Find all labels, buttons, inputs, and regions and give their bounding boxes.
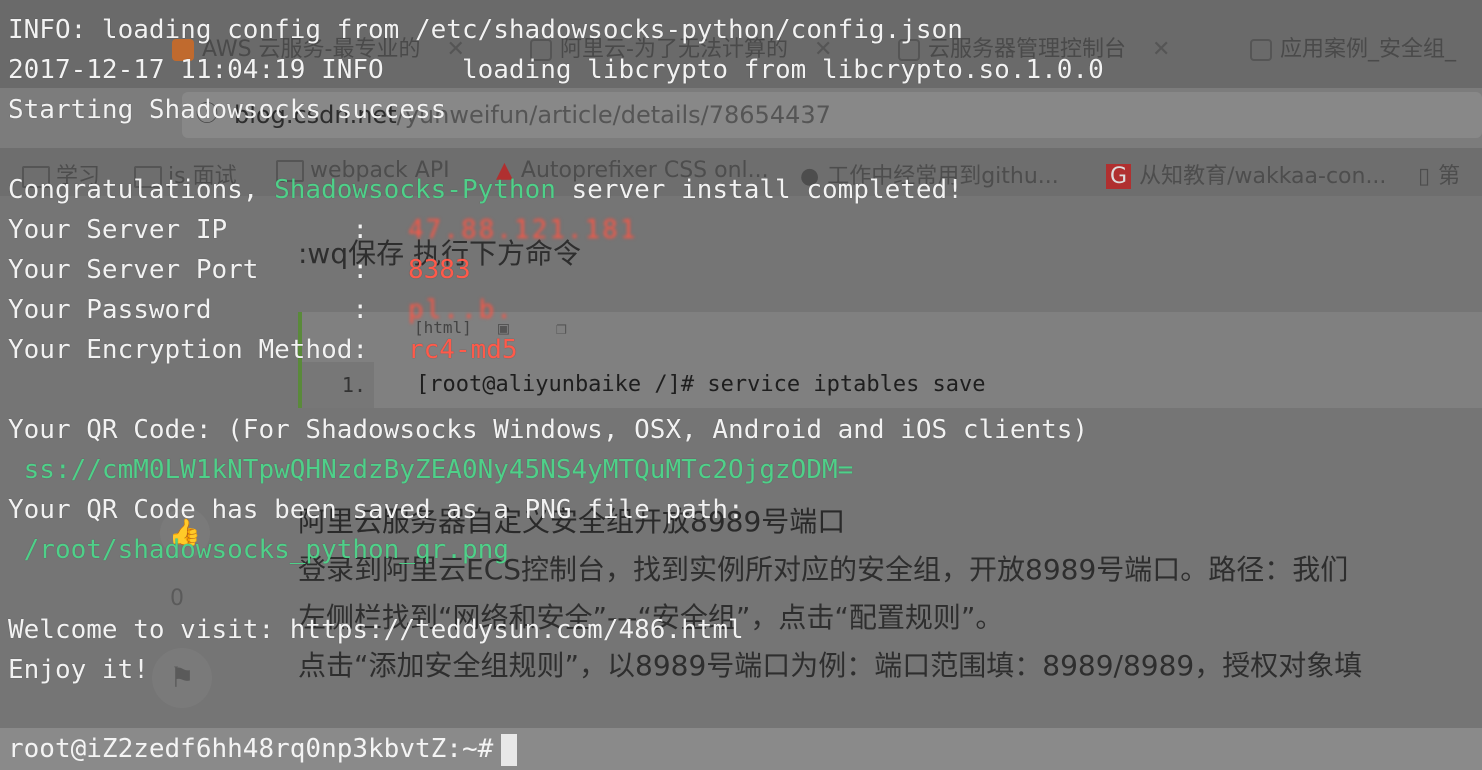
starting-line: Starting Shadowsocks success: [8, 95, 447, 125]
congrats-suffix: server install completed!: [555, 175, 963, 205]
server-port-line: Your Server Port : 8383: [8, 250, 471, 290]
server-ip-label: Your Server IP :: [8, 215, 369, 245]
encryption-method-label: Your Encryption Method:: [8, 335, 369, 365]
welcome-line: Welcome to visit: https://teddysun.com/4…: [8, 615, 744, 645]
encryption-method-value: rc4-md5: [408, 335, 518, 365]
server-port-label: Your Server Port :: [8, 255, 369, 285]
terminal-output: INFO: loading config from /etc/shadowsoc…: [0, 0, 1482, 770]
server-ip-value: 47.88.121.181: [408, 215, 638, 245]
qr-file-path: /root/shadowsocks_python_qr.png: [8, 535, 509, 565]
shell-prompt[interactable]: root@iZ2zedf6hh48rq0np3kbvtZ:~#: [8, 729, 518, 769]
prompt-text: root@iZ2zedf6hh48rq0np3kbvtZ:~#: [8, 734, 494, 764]
qr-intro-line: Your QR Code: (For Shadowsocks Windows, …: [8, 415, 1089, 445]
server-ip-line: Your Server IP : 47.88.121.181: [8, 210, 638, 250]
qr-saved-line: Your QR Code has been saved as a PNG fil…: [8, 495, 744, 525]
password-label: Your Password :: [8, 295, 369, 325]
enjoy-line: Enjoy it!: [8, 655, 149, 685]
text-cursor: [501, 733, 518, 766]
congrats-prefix: Congratulations,: [8, 175, 275, 205]
command-prompt-bar[interactable]: root@iZ2zedf6hh48rq0np3kbvtZ:~#: [0, 728, 1482, 770]
encryption-method-line: Your Encryption Method: rc4-md5: [8, 330, 518, 370]
server-port-value: 8383: [408, 255, 471, 285]
config-log-line: INFO: loading config from /etc/shadowsoc…: [8, 15, 963, 45]
password-line: Your Password : pl..b.: [8, 290, 514, 330]
password-value: pl..b.: [408, 295, 514, 325]
congrats-product-name: Shadowsocks-Python: [274, 175, 556, 205]
qr-uri: ss://cmM0LW1kNTpwQHNzdzByZEA0Ny45NS4yMTQ…: [8, 455, 854, 485]
libcrypto-log-line: 2017-12-17 11:04:19 INFO loading libcryp…: [8, 55, 1104, 85]
congratulations-line: Congratulations, Shadowsocks-Python serv…: [8, 170, 963, 210]
